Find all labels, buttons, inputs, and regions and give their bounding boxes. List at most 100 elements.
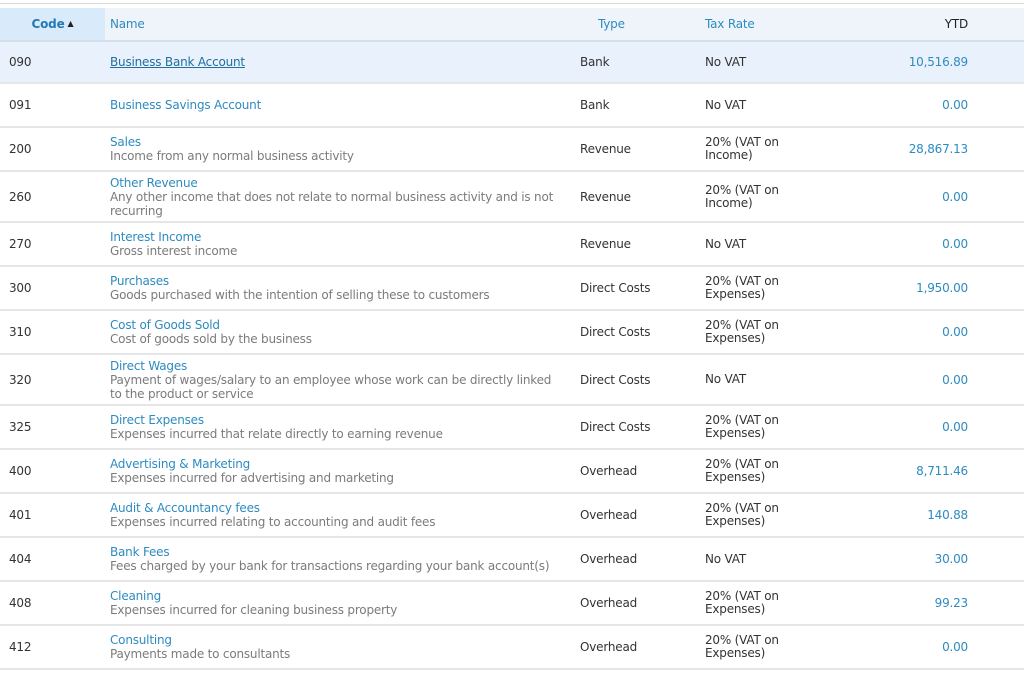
- table-row[interactable]: 270 Interest Income Gross interest incom…: [0, 222, 1024, 266]
- table-row[interactable]: 310 Cost of Goods Sold Cost of goods sol…: [0, 310, 1024, 354]
- account-ytd-link[interactable]: 28,867.13: [851, 127, 1024, 171]
- table-row[interactable]: 404 Bank Fees Fees charged by your bank …: [0, 537, 1024, 581]
- table-row[interactable]: 260 Other Revenue Any other income that …: [0, 171, 1024, 222]
- account-tax-rate: 20% (VAT on Expenses): [691, 266, 851, 310]
- account-name-cell: Audit & Accountancy fees Expenses incurr…: [105, 493, 566, 537]
- account-code: 320: [9, 372, 32, 387]
- account-name-link[interactable]: Cost of Goods Sold: [110, 318, 566, 332]
- account-tax-rate: No VAT: [691, 41, 851, 83]
- tax-rate-label: 20% (VAT on Income): [705, 182, 779, 210]
- account-name-cell: Business Bank Account: [105, 41, 566, 83]
- account-ytd-link[interactable]: 0.00: [851, 222, 1024, 266]
- tax-rate-label: 20% (VAT on Expenses): [705, 633, 779, 660]
- account-name-link[interactable]: Advertising & Marketing: [110, 457, 566, 471]
- account-name-link[interactable]: Sales: [110, 135, 566, 149]
- account-name-cell: Direct Wages Payment of wages/salary to …: [105, 354, 566, 405]
- account-type: Overhead: [580, 640, 638, 654]
- table-row[interactable]: 325 Direct Expenses Expenses incurred th…: [0, 405, 1024, 449]
- account-ytd-link[interactable]: 140.88: [851, 493, 1024, 537]
- account-type: Overhead: [580, 596, 638, 610]
- account-name-link[interactable]: Consulting: [110, 633, 566, 647]
- table-row[interactable]: 091 Business Savings Account Bank No VAT…: [0, 83, 1024, 127]
- table-row[interactable]: 401 Audit & Accountancy fees Expenses in…: [0, 493, 1024, 537]
- account-type: Direct Costs: [580, 420, 651, 434]
- tax-rate-label: No VAT: [705, 97, 746, 112]
- account-name-link[interactable]: Interest Income: [110, 230, 566, 244]
- account-description: Payments made to consultants: [110, 647, 291, 661]
- account-code: 091: [9, 98, 32, 112]
- account-ytd-link[interactable]: 0.00: [851, 310, 1024, 354]
- account-ytd-link[interactable]: 1,950.00: [851, 266, 1024, 310]
- account-description: Fees charged by your bank for transactio…: [110, 559, 550, 573]
- tax-rate-label: No VAT: [705, 54, 746, 69]
- account-tax-rate: No VAT: [691, 222, 851, 266]
- account-ytd-link[interactable]: 0.00: [851, 405, 1024, 449]
- account-name-cell: Consulting Payments made to consultants: [105, 625, 566, 669]
- account-name-cell: Other Revenue Any other income that does…: [105, 171, 566, 222]
- account-name-link[interactable]: Bank Fees: [110, 545, 566, 559]
- table-header-row: Code ▲ Name Type Tax Rate YTD: [0, 8, 1024, 42]
- tax-rate-label: No VAT: [705, 372, 746, 386]
- table-row[interactable]: 300 Purchases Goods purchased with the i…: [0, 266, 1024, 310]
- account-tax-rate: 20% (VAT on Income): [691, 171, 851, 222]
- account-code: 404: [9, 552, 32, 566]
- account-ytd-link[interactable]: 30.00: [851, 537, 1024, 581]
- column-header-name[interactable]: Name: [105, 8, 566, 42]
- account-code: 260: [9, 189, 32, 204]
- account-name-cell: Cleaning Expenses incurred for cleaning …: [105, 581, 566, 625]
- account-code: 310: [9, 325, 32, 339]
- account-type: Revenue: [580, 189, 631, 204]
- account-description: Expenses incurred for cleaning business …: [110, 603, 398, 617]
- column-header-code-label: Code: [31, 17, 65, 31]
- account-code: 400: [9, 464, 32, 478]
- account-description: Expenses incurred for advertising and ma…: [110, 471, 394, 485]
- account-type: Bank: [580, 98, 610, 112]
- column-header-tax-rate[interactable]: Tax Rate: [691, 8, 851, 42]
- tax-rate-label: 20% (VAT on Income): [705, 135, 779, 162]
- account-name-cell: Sales Income from any normal business ac…: [105, 127, 566, 171]
- column-header-ytd[interactable]: YTD: [851, 8, 1024, 42]
- account-name-link[interactable]: Cleaning: [110, 589, 566, 603]
- account-name-cell: Business Savings Account: [105, 83, 566, 127]
- account-ytd-link[interactable]: 0.00: [851, 625, 1024, 669]
- account-name-link[interactable]: Audit & Accountancy fees: [110, 501, 566, 515]
- account-type: Direct Costs: [580, 281, 651, 295]
- account-description: Income from any normal business activity: [110, 149, 354, 163]
- account-name-link[interactable]: Direct Expenses: [110, 413, 566, 427]
- account-name-link[interactable]: Other Revenue: [110, 176, 566, 190]
- account-name-link[interactable]: Business Bank Account: [110, 55, 566, 69]
- table-row[interactable]: 090 Business Bank Account Bank No VAT 10…: [0, 41, 1024, 83]
- account-tax-rate: 20% (VAT on Expenses): [691, 310, 851, 354]
- account-ytd-link[interactable]: 0.00: [851, 171, 1024, 222]
- table-row[interactable]: 200 Sales Income from any normal busines…: [0, 127, 1024, 171]
- account-type: Bank: [580, 55, 610, 69]
- table-row[interactable]: 400 Advertising & Marketing Expenses inc…: [0, 449, 1024, 493]
- account-type: Overhead: [580, 464, 638, 478]
- account-name-link[interactable]: Purchases: [110, 274, 566, 288]
- account-ytd-link[interactable]: 99.23: [851, 581, 1024, 625]
- account-name-link[interactable]: Business Savings Account: [110, 98, 566, 112]
- account-code: 300: [9, 281, 32, 295]
- table-row[interactable]: 412 Consulting Payments made to consulta…: [0, 625, 1024, 669]
- tax-rate-label: No VAT: [705, 551, 746, 566]
- account-tax-rate: 20% (VAT on Expenses): [691, 405, 851, 449]
- account-description: Gross interest income: [110, 244, 238, 258]
- table-row[interactable]: 320 Direct Wages Payment of wages/salary…: [0, 354, 1024, 405]
- account-ytd-link[interactable]: 0.00: [851, 354, 1024, 405]
- column-header-code[interactable]: Code ▲: [0, 8, 105, 42]
- account-description: Cost of goods sold by the business: [110, 332, 312, 346]
- account-name-link[interactable]: Direct Wages: [110, 359, 566, 373]
- account-ytd-link[interactable]: 8,711.46: [851, 449, 1024, 493]
- account-tax-rate: 20% (VAT on Income): [691, 127, 851, 171]
- account-code: 090: [9, 55, 32, 69]
- account-ytd-link[interactable]: 0.00: [851, 83, 1024, 127]
- account-tax-rate: 20% (VAT on Expenses): [691, 581, 851, 625]
- table-row[interactable]: 408 Cleaning Expenses incurred for clean…: [0, 581, 1024, 625]
- account-tax-rate: 20% (VAT on Expenses): [691, 625, 851, 669]
- account-description: Goods purchased with the intention of se…: [110, 288, 490, 302]
- account-ytd-link[interactable]: 10,516.89: [851, 41, 1024, 83]
- account-type: Revenue: [580, 237, 631, 251]
- account-code: 270: [9, 237, 32, 251]
- account-code: 401: [9, 508, 32, 522]
- column-header-type[interactable]: Type: [566, 8, 691, 42]
